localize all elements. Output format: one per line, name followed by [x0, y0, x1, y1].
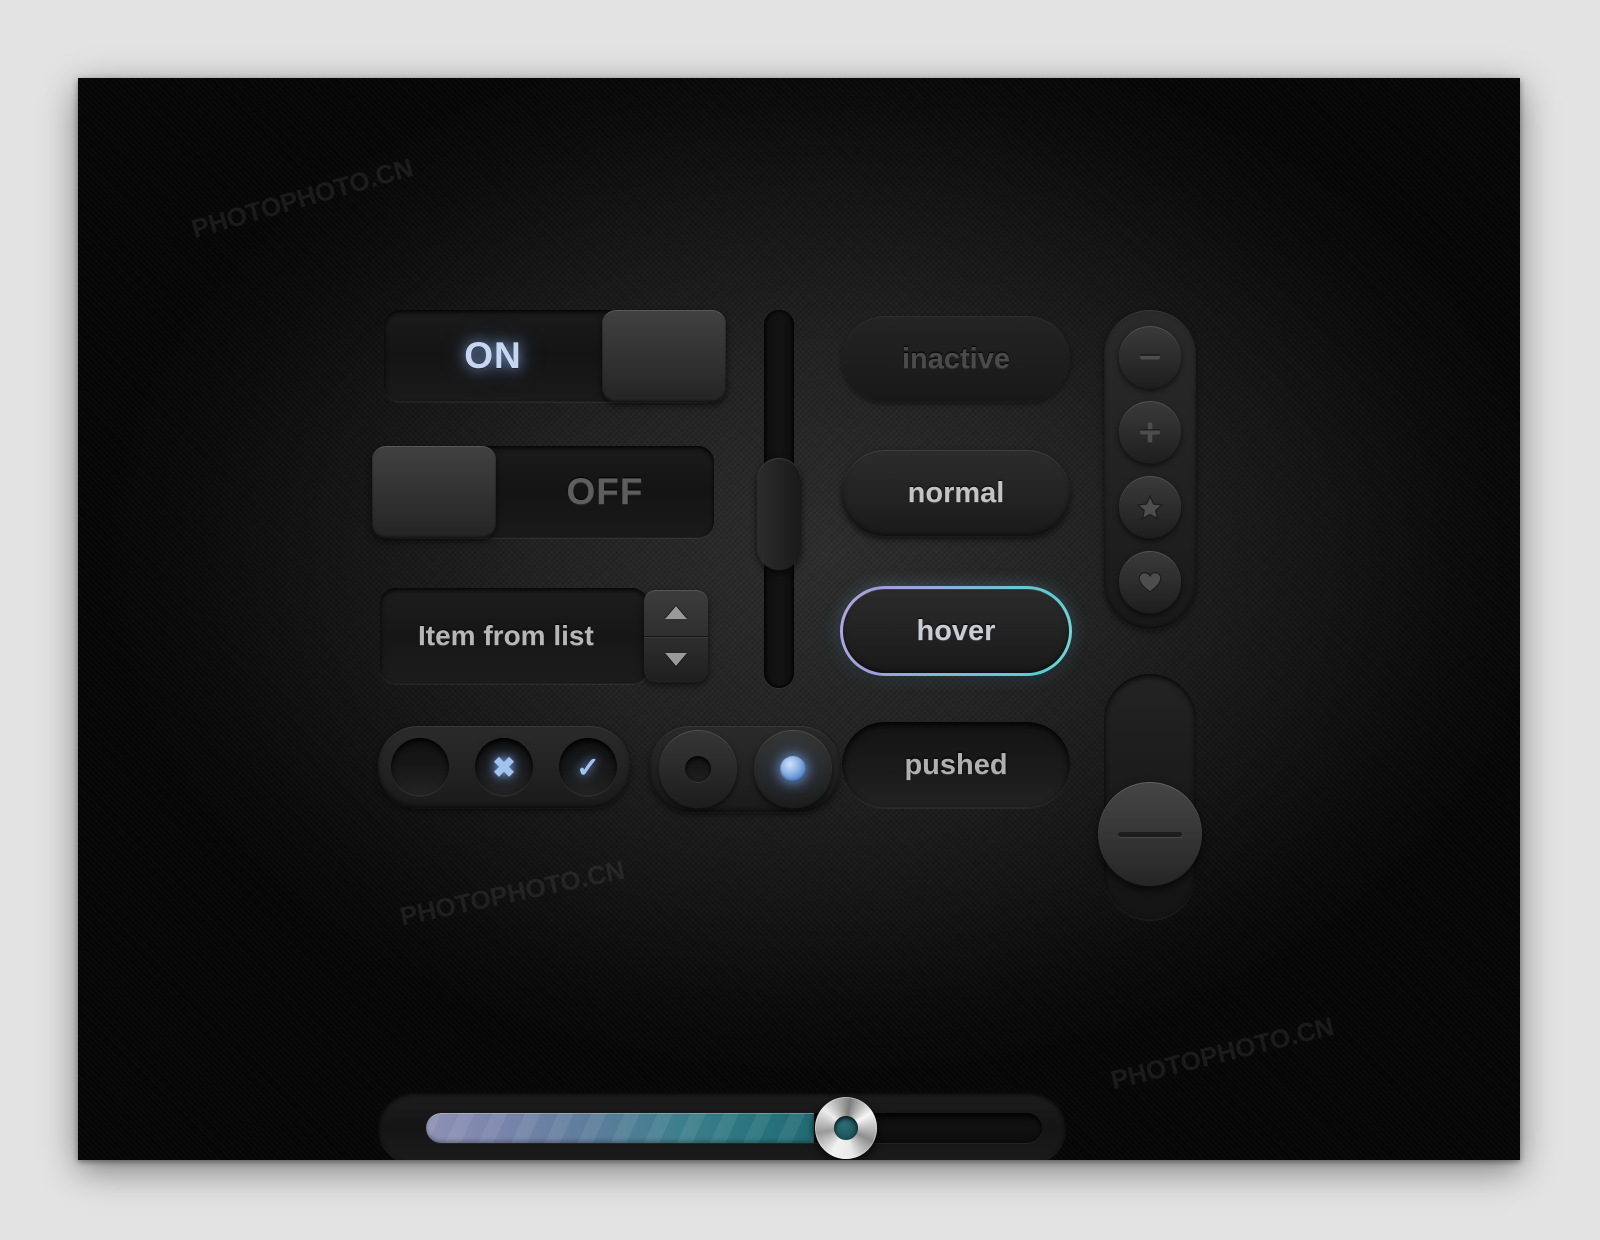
slider-knob[interactable] [815, 1097, 877, 1159]
heart-icon [1138, 572, 1162, 593]
star-icon [1136, 494, 1164, 521]
check-icon: ✓ [576, 751, 600, 783]
checkbox-cross[interactable]: ✖ [475, 738, 533, 796]
star-button[interactable] [1119, 476, 1181, 538]
radio-dot-on [779, 756, 806, 782]
slider-knob-hole [834, 1116, 858, 1140]
triangle-down-icon [665, 652, 687, 666]
slider-fill [426, 1113, 815, 1143]
cross-icon: ✖ [492, 751, 516, 783]
button-pushed[interactable]: pushed [842, 722, 1070, 808]
heart-button[interactable] [1119, 551, 1181, 613]
plus-icon [1140, 422, 1160, 443]
checkbox-check[interactable]: ✓ [559, 738, 617, 796]
stepper-up-button[interactable] [644, 590, 708, 637]
button-normal-label: normal [907, 476, 1005, 509]
vertical-toggle[interactable] [1098, 674, 1202, 920]
vertical-scrollbar-thumb[interactable] [757, 458, 801, 570]
toggle-off-label: OFF [566, 471, 644, 512]
toggle-on-knob[interactable] [602, 310, 726, 402]
toggle-off-knob[interactable] [372, 446, 496, 538]
watermark-bottom-right: PHOTOPHOTO.CN [1107, 1010, 1337, 1096]
button-pushed-label: pushed [904, 748, 1008, 781]
triangle-up-icon [665, 606, 687, 620]
select-value: Item from list [418, 620, 594, 651]
slider-track[interactable] [426, 1113, 1042, 1143]
button-inactive-label: inactive [902, 342, 1010, 375]
radio-dot-off [684, 756, 711, 782]
vertical-toggle-knob[interactable] [1098, 782, 1202, 886]
minus-icon [1140, 354, 1160, 360]
checkbox-empty[interactable] [391, 738, 449, 796]
toggle-off[interactable]: OFF [372, 446, 714, 538]
watermark-top-left: PHOTOPHOTO.CN [188, 152, 417, 244]
button-normal[interactable]: normal [842, 450, 1070, 536]
ui-kit-panel: PHOTOPHOTO.CN PHOTOPHOTO.CN PHOTOPHOTO.C… [78, 78, 1520, 1160]
stepper-down-button[interactable] [644, 637, 708, 683]
watermark-center: PHOTOPHOTO.CN [397, 854, 628, 932]
radio-selected[interactable] [753, 730, 832, 808]
checkbox-group: ✖ ✓ [378, 726, 630, 808]
horizontal-slider[interactable] [378, 1092, 1066, 1160]
knob-grip-icon [1118, 831, 1182, 837]
select-list[interactable]: Item from list [380, 588, 708, 684]
plus-button[interactable] [1119, 401, 1181, 463]
button-hover-label: hover [916, 614, 996, 647]
vertical-scrollbar-track[interactable] [757, 310, 801, 688]
button-inactive[interactable]: inactive [842, 316, 1070, 402]
button-hover[interactable]: hover [840, 586, 1072, 676]
select-stepper[interactable] [644, 590, 708, 682]
minus-button[interactable] [1119, 326, 1181, 388]
select-field[interactable]: Item from list [380, 588, 648, 684]
icon-button-group [1104, 310, 1196, 629]
radio-unselected[interactable] [658, 730, 737, 808]
radio-group [650, 726, 840, 812]
toggle-on-label: ON [464, 335, 522, 376]
toggle-on[interactable]: ON [384, 310, 726, 402]
